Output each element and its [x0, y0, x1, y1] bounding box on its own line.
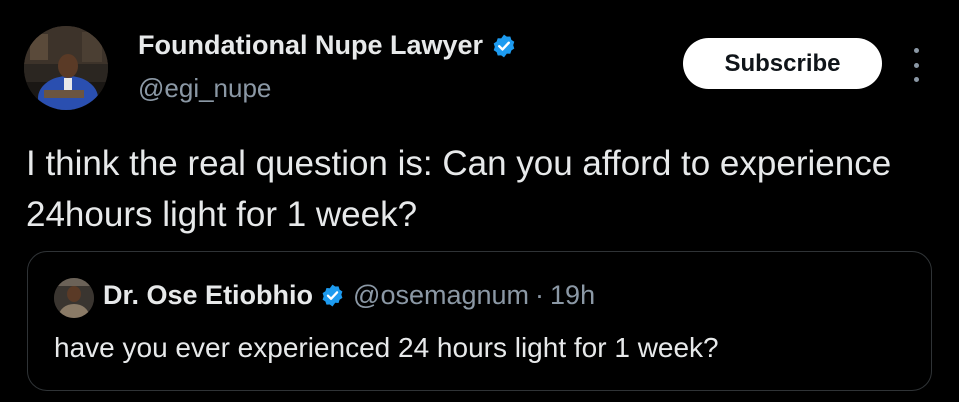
subscribe-button[interactable]: Subscribe [683, 38, 882, 89]
author-name[interactable]: Foundational Nupe Lawyer [138, 30, 517, 61]
quoted-author-handle[interactable]: @osemagnum [353, 280, 529, 311]
author-handle[interactable]: @egi_nupe [138, 73, 271, 104]
author-avatar[interactable] [24, 26, 108, 110]
quoted-header: Dr. Ose Etiobhio @osemagnum · 19h [103, 280, 595, 311]
quoted-tweet[interactable]: Dr. Ose Etiobhio @osemagnum · 19h have y… [27, 251, 932, 391]
verified-badge-icon [320, 283, 345, 308]
author-name-text: Foundational Nupe Lawyer [138, 30, 484, 60]
quoted-author-avatar[interactable] [54, 278, 94, 318]
tweet-text: I think the real question is: Can you af… [26, 144, 892, 234]
separator-dot: · [535, 280, 545, 310]
more-options-icon[interactable] [906, 48, 926, 82]
quoted-tweet-text: have you ever experienced 24 hours light… [54, 332, 719, 363]
quoted-author-name[interactable]: Dr. Ose Etiobhio [103, 280, 313, 311]
tweet-card[interactable]: Foundational Nupe Lawyer @egi_nupe Subsc… [0, 0, 959, 402]
quoted-timestamp[interactable]: 19h [550, 280, 595, 311]
verified-badge-icon [491, 33, 517, 59]
